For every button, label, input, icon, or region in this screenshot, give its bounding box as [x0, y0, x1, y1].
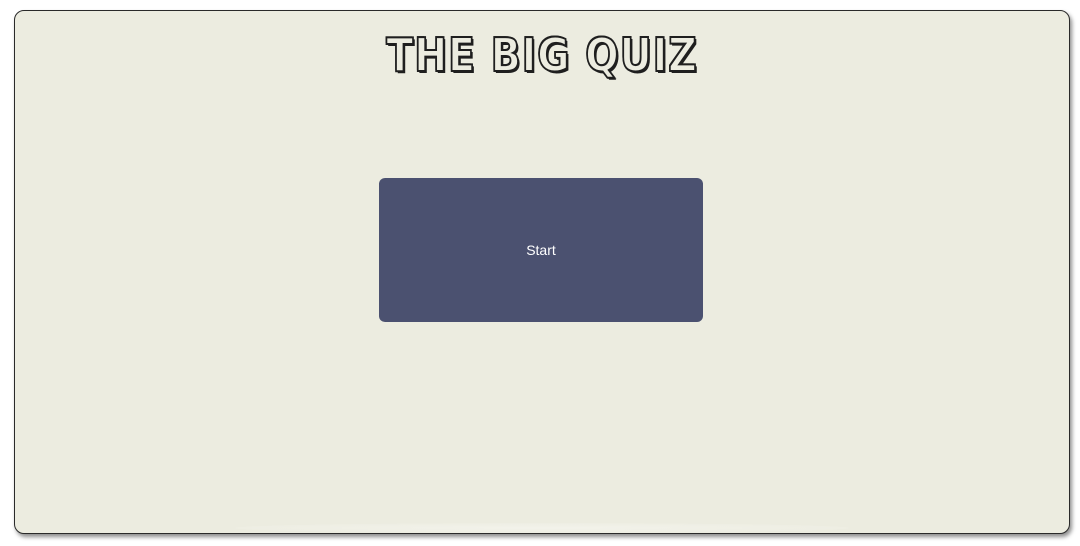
page-title: THE BIG QUIZ	[385, 27, 698, 83]
panel-bottom-highlight	[235, 523, 849, 533]
quiz-panel: THE BIG QUIZ Start	[14, 10, 1070, 534]
start-button[interactable]: Start	[379, 178, 703, 322]
